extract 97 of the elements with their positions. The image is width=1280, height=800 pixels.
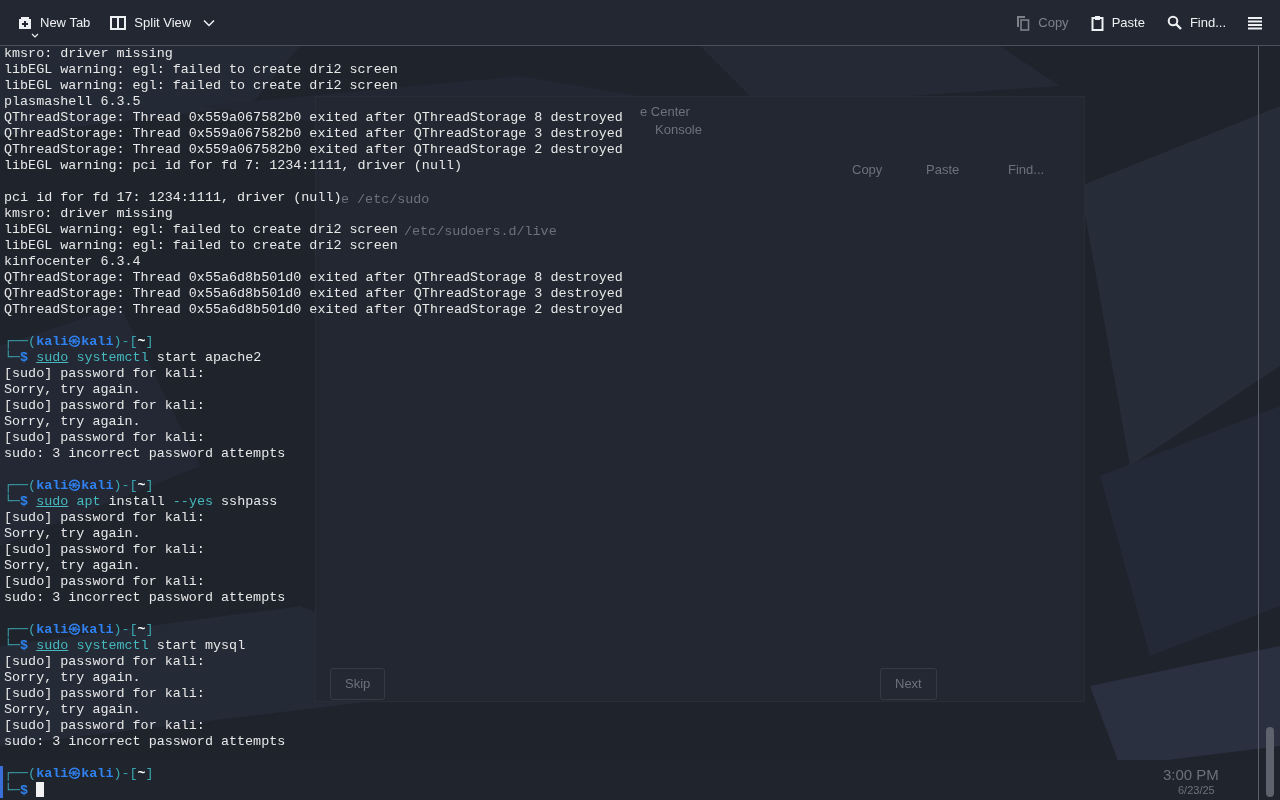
prompt-frame: ┌──( (4, 334, 37, 349)
prompt-frame: └─ (4, 494, 21, 509)
prompt-frame: ] (145, 622, 154, 637)
terminal-line: sudo: 3 incorrect password attempts (4, 590, 286, 606)
terminal-line: e /etc/sudo (341, 191, 430, 209)
terminal-line: [sudo] password for kali: (4, 654, 205, 670)
clipboard-icon (1090, 14, 1104, 31)
terminal-line: QThreadStorage: Thread 0x559a067582b0 exited after QThreadStorage 2 destroyed (4, 142, 623, 158)
search-icon (1166, 15, 1182, 30)
terminal-line: pci id for fd 17: 1234:1111, driver (null) (4, 190, 342, 206)
toolbar-label: Find... (1008, 161, 1045, 179)
toolbar-label: Paste (926, 161, 960, 179)
command-text: sudo (36, 638, 69, 653)
terminal-line: sudo: 3 incorrect password attempts (4, 734, 286, 750)
terminal-line: libEGL warning: egl: failed to create dri2 screen (4, 78, 398, 94)
prompt-directory: ~ (137, 334, 146, 349)
prompt-directory: ~ (137, 622, 146, 637)
terminal-line: [sudo] password for kali: (4, 366, 205, 382)
chevron-icon (203, 18, 216, 27)
terminal-line: QThreadStorage: Thread 0x55a6d8b501d0 exited after QThreadStorage 8 destroyed (4, 270, 623, 286)
terminal-line: QThreadStorage: Thread 0x559a067582b0 exited after QThreadStorage 8 destroyed (4, 110, 623, 126)
prompt-frame: )-[ (113, 478, 138, 493)
terminal-line: QThreadStorage: Thread 0x55a6d8b501d0 exited after QThreadStorage 2 destroyed (4, 302, 623, 318)
command-text: sshpass (221, 494, 278, 509)
terminal-line: kmsro: driver missing (4, 46, 173, 62)
window-title: e Center (640, 103, 690, 121)
terminal-line: sudo: 3 incorrect password attempts (4, 446, 286, 462)
terminal-line: Sorry, try again. (4, 382, 141, 398)
toolbar-label: Copy (852, 161, 883, 179)
command-text: start (156, 350, 197, 365)
terminal-line: [sudo] password for kali: (4, 542, 205, 558)
terminal-line: Sorry, try again. (4, 558, 141, 574)
prompt-user: kali㉿kali (36, 622, 114, 637)
prompt-frame: ┌──( (4, 478, 37, 493)
command-text: apt (76, 494, 101, 509)
prompt-frame: )-[ (113, 334, 138, 349)
prompt-directory: ~ (137, 766, 146, 781)
prompt-frame: ┌──( (4, 622, 37, 637)
copy-icon (1016, 14, 1031, 31)
prompt-frame: └─ (4, 783, 21, 798)
scrollbar-thumb[interactable] (1266, 727, 1274, 797)
terminal-line: libEGL warning: egl: failed to create dri2 screen (4, 222, 398, 238)
terminal-line: [sudo] password for kali: (4, 510, 205, 526)
prompt-user: kali㉿kali (36, 478, 114, 493)
terminal-line: kmsro: driver missing (4, 206, 173, 222)
command-text: sudo (36, 350, 69, 365)
terminal-line: QThreadStorage: Thread 0x55a6d8b501d0 exited after QThreadStorage 3 destroyed (4, 286, 623, 302)
paste-button[interactable]: Paste (1084, 8, 1151, 37)
prompt-frame: ] (145, 478, 154, 493)
prompt-frame: )-[ (113, 622, 138, 637)
prompt-directory: ~ (137, 478, 146, 493)
terminal-line: [sudo] password for kali: (4, 718, 205, 734)
terminal-line: [sudo] password for kali: (4, 574, 205, 590)
terminal-line: /etc/sudoers.d/live (404, 223, 557, 241)
prompt-frame: └─ (4, 638, 21, 653)
terminal-line: QThreadStorage: Thread 0x559a067582b0 exited after QThreadStorage 3 destroyed (4, 126, 623, 142)
terminal-line: libEGL warning: egl: failed to create dri2 screen (4, 238, 398, 254)
window-title: Konsole (655, 121, 702, 139)
new-tab-button[interactable]: New Tab (12, 8, 97, 37)
command-text: install (108, 494, 165, 509)
prompt-symbol: $ (20, 638, 29, 653)
chevron-icon (31, 33, 39, 39)
prompt-symbol: $ (20, 494, 29, 509)
command-text: mysql (205, 638, 246, 653)
terminal-line: Sorry, try again. (4, 414, 141, 430)
prompt-user: kali㉿kali (36, 766, 114, 781)
terminal-line: [sudo] password for kali: (4, 398, 205, 414)
prompt-symbol: $ (20, 350, 29, 365)
split-view-icon (110, 15, 127, 30)
prompt-frame: └─ (4, 350, 21, 365)
command-text: sudo (36, 494, 69, 509)
terminal-line: kinfocenter 6.3.4 (4, 254, 141, 270)
split-view-button[interactable]: Split View (104, 8, 222, 37)
terminal-line: plasmashell 6.3.5 (4, 94, 141, 110)
command-text: systemctl (76, 638, 149, 653)
prompt-frame: )-[ (113, 766, 138, 781)
command-text: systemctl (76, 350, 149, 365)
prompt-frame: ] (145, 766, 154, 781)
clock-date: 6/23/25 (1178, 783, 1215, 798)
new-tab-icon (18, 15, 32, 30)
clock-time: 3:00 PM (1163, 765, 1219, 785)
terminal-line: [sudo] password for kali: (4, 686, 205, 702)
prompt-frame: ┌──( (4, 766, 37, 781)
terminal-line: Sorry, try again. (4, 526, 141, 542)
find-button[interactable]: Find... (1160, 8, 1232, 37)
command-text: apache2 (205, 350, 262, 365)
command-text: --yes (172, 494, 213, 509)
terminal-line: [sudo] password for kali: (4, 430, 205, 446)
prompt-symbol: $ (20, 783, 29, 798)
command-text: start (156, 638, 197, 653)
terminal-line: Sorry, try again. (4, 670, 141, 686)
terminal-line: libEGL warning: egl: failed to create dri2 screen (4, 62, 398, 78)
prompt-frame: ] (145, 334, 154, 349)
menu-icon (1248, 15, 1262, 30)
terminal-line: libEGL warning: pci id for fd 7: 1234:1111, driver (null) (4, 158, 463, 174)
prompt-user: kali㉿kali (36, 334, 114, 349)
terminal-line: Sorry, try again. (4, 702, 141, 718)
